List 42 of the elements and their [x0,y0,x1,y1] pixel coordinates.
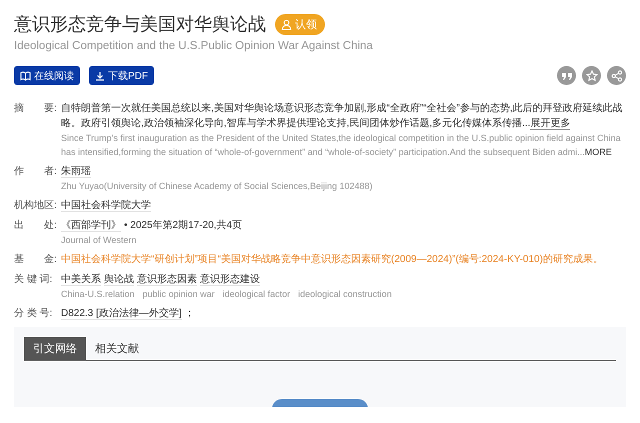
article-title: 意识形态竞争与美国对华舆论战 [14,13,266,36]
english-keyword: public opinion war [142,289,215,299]
english-title: Ideological Competition and the U.S.Public Opinion War Against China [14,40,374,52]
english-text: Zhu Yuyao(University of Chinese Academy of Social Sciences,Beijing 102488) [61,180,374,193]
english-keyword: China-U.S.relation [61,289,135,299]
field-label: 出 处: [14,218,58,233]
tab[interactable]: 相关文献 [86,337,148,360]
field-text: • 2025年第2期17-20,共4页 [124,220,242,231]
download-pdf-button[interactable]: 下载PDF [89,66,154,85]
fund-text: 中国社会科学院大学“研创计划”项目“美国对华战略竞争中意识形态因素研究(2009—2024)”(编号:2024-KY-010)的研究成果。 [61,252,604,267]
cite-button[interactable] [557,66,576,85]
share-icon [610,70,622,82]
field-link[interactable]: 意识形态因素 [137,274,197,286]
read-online-button[interactable]: 在线阅读 [14,66,80,85]
more-link[interactable]: MORE [584,147,612,157]
field-label: 关 键 词: [14,272,54,287]
abstract-english: Since Trump’s first inauguration as the President of the United States,the ideological competition in the U.S.public opinion field against China has intensified,forming the situation of “whole-of-government” and “whole-of-society” participation.And the subsequent Biden admi...MORE [61,132,622,159]
field-link[interactable]: 意识形态建设 [200,274,260,286]
person-icon [281,18,292,30]
share-button[interactable] [607,66,626,85]
english-keyword: ideological factor [222,289,290,299]
field-text: ； [184,308,195,319]
field-link[interactable]: 中国社会科学院大学 [61,200,151,212]
field-label: 摘 要: [14,102,58,116]
tab[interactable]: 引文网络 [24,337,86,360]
expand-link[interactable]: 展开更多 [530,118,570,130]
field-label: 分 类 号: [14,306,54,321]
field-link[interactable]: 舆论战 [104,274,134,286]
download-icon [95,70,105,80]
field-link[interactable]: D822.3 [政治法律—外交学] [61,308,182,320]
english-keyword: ideological construction [298,289,392,299]
field-link[interactable]: 《西部学刊》 [61,220,121,232]
favorite-button[interactable] [582,66,601,85]
field-link[interactable]: 中美关系 [61,274,101,286]
field-label: 机构地区: [14,198,58,213]
field-label: 基 金: [14,252,58,267]
english-text: Journal of Western [61,234,138,247]
star-icon [586,70,598,82]
abstract-text: 自特朗普第一次就任美国总统以来,美国对华舆论场意识形态竞争加剧,形成“全政府”“全社会”参与的态势,此后的拜登政府延续此战略。政府引领舆论,政治领袖深化导向,智库与学术界提供理论支持,民间团体炒作话题,多元化传媒体系传播...展开更多 [61,102,624,131]
book-icon [20,70,31,80]
field-link[interactable]: 朱雨瑶 [61,166,91,178]
field-label: 作 者: [14,164,58,179]
